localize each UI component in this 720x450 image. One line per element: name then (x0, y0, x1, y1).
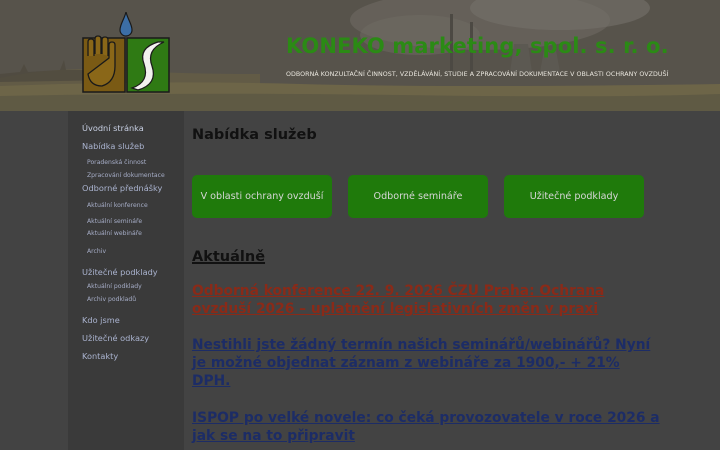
sidebar-item-consulting[interactable]: Poradenská činnost (87, 159, 146, 166)
company-title[interactable]: KONEKO marketing, spol. s. r. o. (286, 34, 669, 58)
sidebar: Úvodní stránka Nabídka služeb Poradenská… (68, 111, 184, 450)
sidebar-item-seminars[interactable]: Aktuální semináře (87, 218, 142, 225)
sidebar-item-about[interactable]: Kdo jsme (82, 315, 120, 325)
sidebar-item-current-resources[interactable]: Aktuální podklady (87, 283, 142, 290)
site-header: KONEKO marketing, spol. s. r. o. ODBORNÁ… (0, 0, 720, 111)
news-link-webinar-recording[interactable]: Nestihli jste žádný termín našich seminá… (192, 336, 662, 390)
company-tagline: ODBORNÁ KONZULTAČNÍ ČINNOST, VZDĚLÁVÁNÍ,… (286, 71, 669, 78)
news-heading: Aktuálně (192, 249, 266, 265)
sidebar-item-contacts[interactable]: Kontakty (82, 351, 118, 361)
sidebar-item-resources[interactable]: Užitečné podklady (82, 267, 158, 277)
sidebar-item-conferences[interactable]: Aktuální konference (87, 202, 148, 209)
sidebar-item-home[interactable]: Úvodní stránka (82, 123, 144, 133)
news-link-conference[interactable]: Odborná konference 22. 9. 2026 ČZU Praha… (192, 282, 662, 318)
sidebar-item-lectures[interactable]: Odborné přednášky (82, 183, 162, 193)
service-button-seminars[interactable]: Odborné semináře (348, 175, 488, 218)
company-logo[interactable] (80, 11, 172, 94)
news-link-ispop[interactable]: ISPOP po velké novele: co čeká provozova… (192, 409, 662, 445)
sidebar-item-documentation[interactable]: Zpracování dokumentace (87, 172, 165, 179)
sidebar-item-resource-archive[interactable]: Archiv podkladů (87, 296, 136, 303)
sidebar-item-archive[interactable]: Archiv (87, 248, 106, 255)
service-button-air-protection[interactable]: V oblasti ochrany ovzduší (192, 175, 332, 218)
services-heading: Nabídka služeb (192, 127, 317, 143)
service-button-resources[interactable]: Užitečné podklady (504, 175, 644, 218)
sidebar-item-services[interactable]: Nabídka služeb (82, 141, 144, 151)
hand-and-drop-logo-icon (82, 11, 170, 93)
sidebar-item-links[interactable]: Užitečné odkazy (82, 333, 149, 343)
main-content: Nabídka služeb V oblasti ochrany ovzduší… (184, 111, 720, 450)
sidebar-item-webinars[interactable]: Aktuální webináře (87, 230, 142, 237)
